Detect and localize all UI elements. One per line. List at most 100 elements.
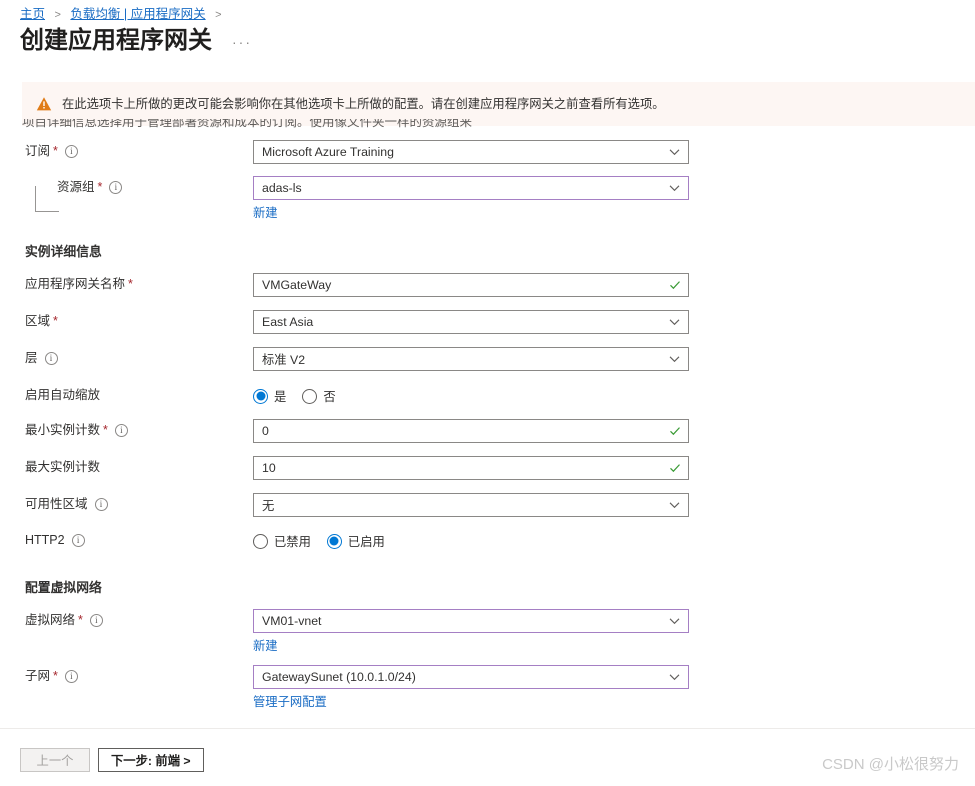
radio-unselected-icon <box>302 388 318 404</box>
breadcrumb: 主页 > 负载均衡 | 应用程序网关 > <box>20 6 228 23</box>
breadcrumb-home-link[interactable]: 主页 <box>20 7 45 21</box>
next-button[interactable]: 下一步: 前端 > <box>98 748 204 772</box>
availability-zone-value: 无 <box>262 499 275 513</box>
gateway-name-label: 应用程序网关名称 * <box>0 273 232 295</box>
clipped-description-row: 项目详细信息选择用于管理部署资源和成本的订阅。使用像文件夹一样的资源组来组织和管… <box>22 119 472 128</box>
subnet-required-star: * <box>53 669 58 683</box>
radio-selected-icon <box>326 533 342 549</box>
info-icon[interactable]: i <box>109 180 123 194</box>
footer-divider <box>0 728 975 729</box>
radio-unselected-icon <box>253 533 268 549</box>
valid-check-icon <box>669 425 681 437</box>
min-instances-value: 0 <box>262 424 269 438</box>
tier-value: 标准 V2 <box>262 353 306 367</box>
max-instances-control: 10 <box>232 456 975 480</box>
row-availability-zone: 可用性区域 i 无 <box>0 493 975 519</box>
create-new-resource-group-link[interactable]: 新建 <box>253 203 278 221</box>
more-options-icon[interactable]: ··· <box>228 32 256 52</box>
http2-option-enabled-label: 已启用 <box>347 535 385 549</box>
http2-radio-disabled[interactable]: 已禁用 <box>253 532 311 550</box>
min-instances-control: 0 <box>232 419 975 443</box>
gateway-name-control: VMGateWay <box>232 273 975 297</box>
autoscale-label: 启用自动缩放 <box>0 384 232 406</box>
warning-banner-text: 在此选项卡上所做的更改可能会影响你在其他选项卡上所做的配置。请在创建应用程序网关… <box>62 97 665 111</box>
http2-radio-enabled[interactable]: 已启用 <box>326 532 385 550</box>
region-control: East Asia <box>232 310 975 334</box>
virtual-network-required-star: * <box>78 613 83 627</box>
tier-label: 层 i <box>0 347 232 369</box>
subnet-select[interactable]: GatewaySunet (10.0.1.0/24) <box>253 665 689 689</box>
resource-group-label-text: 资源组 <box>57 180 95 194</box>
chevron-down-icon <box>669 500 680 511</box>
row-tier: 层 i 标准 V2 <box>0 347 975 373</box>
warning-triangle-icon <box>36 96 52 112</box>
gateway-name-input[interactable]: VMGateWay <box>253 273 689 297</box>
virtual-network-select[interactable]: VM01-vnet <box>253 609 689 633</box>
info-icon[interactable]: i <box>64 669 78 683</box>
max-instances-input[interactable]: 10 <box>253 456 689 480</box>
virtual-network-label: 虚拟网络 * i <box>0 609 232 631</box>
min-instances-label-text: 最小实例计数 <box>25 423 101 437</box>
form-body: 订阅 * i Microsoft Azure Training 资源组 * i <box>0 140 975 711</box>
info-icon[interactable]: i <box>44 351 58 365</box>
tier-select[interactable]: 标准 V2 <box>253 347 689 371</box>
page-title-row: 创建应用程序网关 ··· <box>20 26 256 56</box>
valid-check-icon <box>669 462 681 474</box>
tier-control: 标准 V2 <box>232 347 975 371</box>
info-icon[interactable]: i <box>94 497 108 511</box>
resource-group-label: 资源组 * i <box>0 176 232 198</box>
resource-group-value: adas-ls <box>262 181 302 195</box>
row-autoscale: 启用自动缩放 是 否 <box>0 384 975 410</box>
http2-control: 已禁用 已启用 <box>232 529 975 553</box>
subnet-control: GatewaySunet (10.0.1.0/24) 管理子网配置 <box>232 665 975 711</box>
manage-subnet-config-link[interactable]: 管理子网配置 <box>253 692 327 710</box>
autoscale-option-yes-label: 是 <box>274 390 287 404</box>
subscription-label-text: 订阅 <box>25 144 51 158</box>
min-instances-input[interactable]: 0 <box>253 419 689 443</box>
info-icon[interactable]: i <box>64 144 78 158</box>
subnet-label: 子网 * i <box>0 665 232 687</box>
autoscale-radio-yes[interactable]: 是 <box>253 387 286 405</box>
row-max-instances: 最大实例计数 10 <box>0 456 975 482</box>
gateway-name-label-text: 应用程序网关名称 <box>25 277 126 291</box>
create-new-virtual-network-link[interactable]: 新建 <box>253 636 278 654</box>
resource-group-required-star: * <box>97 180 103 194</box>
resource-group-control: adas-ls 新建 <box>232 176 975 222</box>
autoscale-radio-no[interactable]: 否 <box>302 387 336 405</box>
clipped-description-text: 项目详细信息选择用于管理部署资源和成本的订阅。使用像文件夹一样的资源组来组织和管… <box>22 119 472 128</box>
info-icon[interactable]: i <box>71 533 85 547</box>
subscription-control: Microsoft Azure Training <box>232 140 975 164</box>
chevron-down-icon <box>669 672 680 683</box>
radio-selected-icon <box>253 388 268 404</box>
http2-radio-group: 已禁用 已启用 <box>253 529 975 553</box>
virtual-network-control: VM01-vnet 新建 <box>232 609 975 655</box>
previous-button[interactable]: 上一个 <box>20 748 90 772</box>
resource-group-select[interactable]: adas-ls <box>253 176 689 200</box>
chevron-down-icon <box>669 317 680 328</box>
region-value: East Asia <box>262 315 314 329</box>
region-required-star: * <box>53 314 58 328</box>
chevron-down-icon <box>669 616 680 627</box>
info-icon[interactable]: i <box>114 423 128 437</box>
subnet-value: GatewaySunet (10.0.1.0/24) <box>262 670 416 684</box>
row-http2: HTTP2 i 已禁用 已启用 <box>0 529 975 555</box>
min-instances-required-star: * <box>103 423 108 437</box>
breadcrumb-separator-2: > <box>215 9 222 21</box>
virtual-network-label-text: 虚拟网络 <box>25 613 76 627</box>
section-heading-instance-details: 实例详细信息 <box>25 244 102 259</box>
chevron-down-icon <box>669 354 680 365</box>
max-instances-label-text: 最大实例计数 <box>25 460 101 474</box>
footer-actions: 上一个 下一步: 前端 > <box>20 748 204 772</box>
region-select[interactable]: East Asia <box>253 310 689 334</box>
info-icon[interactable]: i <box>89 613 103 627</box>
autoscale-label-text: 启用自动缩放 <box>25 388 101 402</box>
tier-label-text: 层 <box>25 351 38 365</box>
subscription-select[interactable]: Microsoft Azure Training <box>253 140 689 164</box>
subscription-label: 订阅 * i <box>0 140 232 162</box>
valid-check-icon <box>669 279 681 291</box>
breadcrumb-section-link[interactable]: 负载均衡 | 应用程序网关 <box>70 7 205 21</box>
autoscale-radio-group: 是 否 <box>253 384 975 408</box>
availability-zone-label-text: 可用性区域 <box>25 497 88 511</box>
availability-zone-select[interactable]: 无 <box>253 493 689 517</box>
subscription-required-star: * <box>53 144 58 158</box>
